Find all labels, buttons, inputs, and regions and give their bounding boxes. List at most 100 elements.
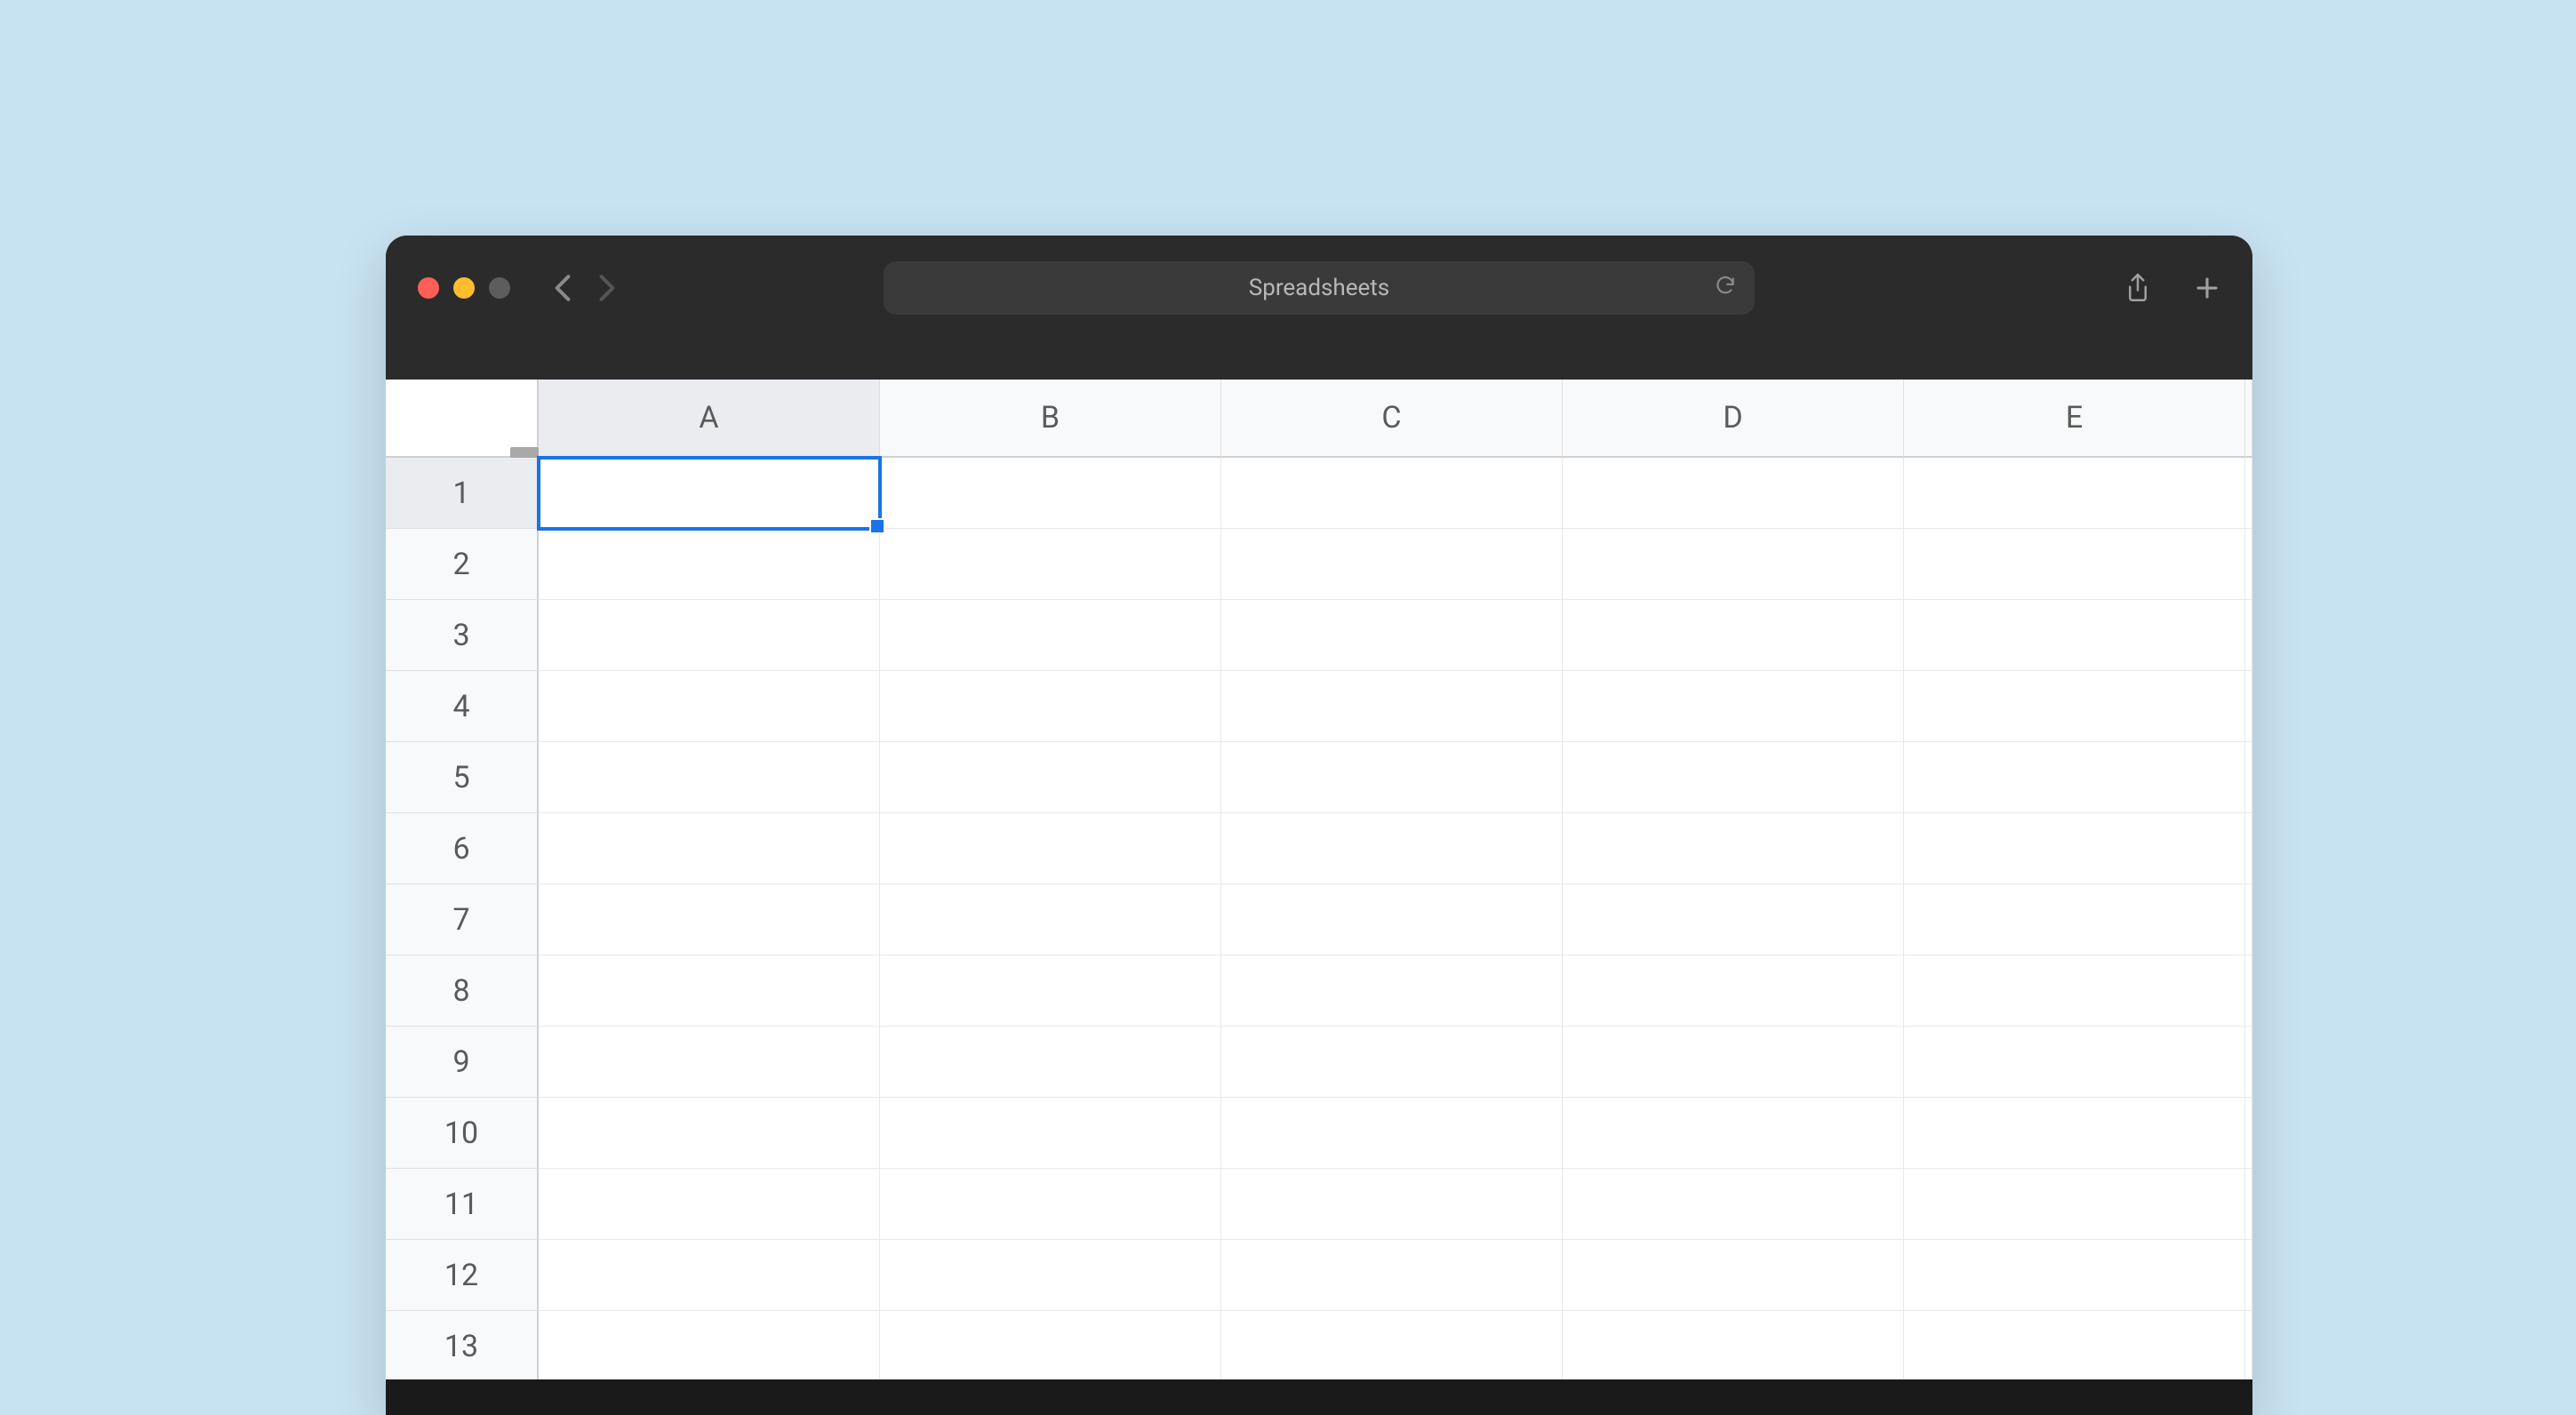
cell-B11[interactable]: [880, 1169, 1221, 1240]
cell-E10[interactable]: [1904, 1098, 2245, 1169]
row-header-2[interactable]: 2: [386, 529, 539, 600]
row-header-9[interactable]: 9: [386, 1027, 539, 1098]
cell-D5[interactable]: [1563, 742, 1904, 813]
cell-filler: [2245, 1027, 2252, 1098]
cell-B12[interactable]: [880, 1240, 1221, 1311]
cell-A3[interactable]: [539, 600, 880, 671]
cell-E5[interactable]: [1904, 742, 2245, 813]
cell-D13[interactable]: [1563, 1311, 1904, 1382]
cell-D7[interactable]: [1563, 884, 1904, 955]
cell-C6[interactable]: [1221, 813, 1563, 884]
cell-E9[interactable]: [1904, 1027, 2245, 1098]
refresh-icon[interactable]: [1714, 274, 1737, 303]
cell-B8[interactable]: [880, 955, 1221, 1027]
cell-C9[interactable]: [1221, 1027, 1563, 1098]
cell-C2[interactable]: [1221, 529, 1563, 600]
cell-filler: [2245, 1240, 2252, 1311]
cell-B9[interactable]: [880, 1027, 1221, 1098]
cell-B6[interactable]: [880, 813, 1221, 884]
cell-C8[interactable]: [1221, 955, 1563, 1027]
row-header-10[interactable]: 10: [386, 1098, 539, 1169]
cell-E6[interactable]: [1904, 813, 2245, 884]
cell-A6[interactable]: [539, 813, 880, 884]
address-bar[interactable]: Spreadsheets: [884, 261, 1755, 315]
cell-C10[interactable]: [1221, 1098, 1563, 1169]
row-header-4[interactable]: 4: [386, 671, 539, 742]
cell-E8[interactable]: [1904, 955, 2245, 1027]
cell-A4[interactable]: [539, 671, 880, 742]
cell-D9[interactable]: [1563, 1027, 1904, 1098]
cell-E12[interactable]: [1904, 1240, 2245, 1311]
select-all-corner[interactable]: [386, 380, 539, 458]
cell-C1[interactable]: [1221, 458, 1563, 529]
browser-window: Spreadsheets ABCDE12345678910111213: [386, 236, 2252, 1415]
maximize-button[interactable]: [489, 277, 510, 299]
cell-C11[interactable]: [1221, 1169, 1563, 1240]
cell-E11[interactable]: [1904, 1169, 2245, 1240]
toolbar-strip: [386, 340, 2252, 380]
cell-C7[interactable]: [1221, 884, 1563, 955]
cell-B2[interactable]: [880, 529, 1221, 600]
cell-D8[interactable]: [1563, 955, 1904, 1027]
cell-B3[interactable]: [880, 600, 1221, 671]
cell-B7[interactable]: [880, 884, 1221, 955]
new-tab-icon[interactable]: [2194, 275, 2220, 301]
cell-B1[interactable]: [880, 458, 1221, 529]
cell-A1[interactable]: [537, 456, 882, 531]
row-header-5[interactable]: 5: [386, 742, 539, 813]
cell-E4[interactable]: [1904, 671, 2245, 742]
cell-D3[interactable]: [1563, 600, 1904, 671]
cell-E3[interactable]: [1904, 600, 2245, 671]
cell-B5[interactable]: [880, 742, 1221, 813]
row-header-6[interactable]: 6: [386, 813, 539, 884]
cell-D1[interactable]: [1563, 458, 1904, 529]
minimize-button[interactable]: [453, 277, 475, 299]
cell-A9[interactable]: [539, 1027, 880, 1098]
cell-A10[interactable]: [539, 1098, 880, 1169]
cell-A11[interactable]: [539, 1169, 880, 1240]
cell-A13[interactable]: [539, 1311, 880, 1382]
share-icon[interactable]: [2124, 272, 2151, 304]
back-button[interactable]: [553, 278, 572, 298]
row-header-11[interactable]: 11: [386, 1169, 539, 1240]
row-header-1[interactable]: 1: [386, 458, 539, 529]
cell-D4[interactable]: [1563, 671, 1904, 742]
cell-A7[interactable]: [539, 884, 880, 955]
row-header-3[interactable]: 3: [386, 600, 539, 671]
cell-E2[interactable]: [1904, 529, 2245, 600]
cell-D11[interactable]: [1563, 1169, 1904, 1240]
column-header-E[interactable]: E: [1904, 380, 2245, 458]
cell-C4[interactable]: [1221, 671, 1563, 742]
cell-A5[interactable]: [539, 742, 880, 813]
column-header-A[interactable]: A: [539, 380, 880, 458]
cell-A8[interactable]: [539, 955, 880, 1027]
cell-C12[interactable]: [1221, 1240, 1563, 1311]
cell-B13[interactable]: [880, 1311, 1221, 1382]
cell-D12[interactable]: [1563, 1240, 1904, 1311]
cell-A12[interactable]: [539, 1240, 880, 1311]
cell-D2[interactable]: [1563, 529, 1904, 600]
cell-E1[interactable]: [1904, 458, 2245, 529]
row-header-12[interactable]: 12: [386, 1240, 539, 1311]
cell-filler: [2245, 813, 2252, 884]
cell-C3[interactable]: [1221, 600, 1563, 671]
cell-B10[interactable]: [880, 1098, 1221, 1169]
row-header-8[interactable]: 8: [386, 955, 539, 1027]
cell-E13[interactable]: [1904, 1311, 2245, 1382]
cell-A2[interactable]: [539, 529, 880, 600]
row-header-7[interactable]: 7: [386, 884, 539, 955]
cell-B4[interactable]: [880, 671, 1221, 742]
cell-E7[interactable]: [1904, 884, 2245, 955]
column-header-C[interactable]: C: [1221, 380, 1563, 458]
cell-C13[interactable]: [1221, 1311, 1563, 1382]
cell-D10[interactable]: [1563, 1098, 1904, 1169]
close-button[interactable]: [418, 277, 439, 299]
traffic-lights: [418, 277, 510, 299]
address-text: Spreadsheets: [1249, 275, 1389, 301]
cell-D6[interactable]: [1563, 813, 1904, 884]
column-header-D[interactable]: D: [1563, 380, 1904, 458]
cell-C5[interactable]: [1221, 742, 1563, 813]
row-header-13[interactable]: 13: [386, 1311, 539, 1382]
forward-button[interactable]: [597, 278, 617, 298]
column-header-B[interactable]: B: [880, 380, 1221, 458]
